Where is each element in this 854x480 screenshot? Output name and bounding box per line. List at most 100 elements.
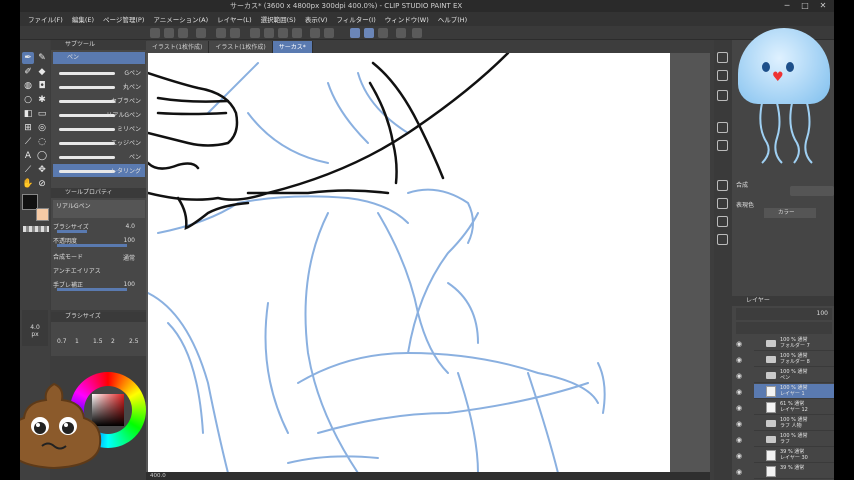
- brush-size-option[interactable]: 2.5: [129, 338, 139, 345]
- drawing-canvas[interactable]: [146, 53, 670, 473]
- deselect-icon[interactable]: [324, 28, 334, 38]
- blend-tool-icon[interactable]: ◘: [36, 80, 48, 92]
- brush-size-option[interactable]: 1: [75, 338, 79, 345]
- text-tool-icon[interactable]: A: [22, 150, 34, 162]
- eraser-tool-icon[interactable]: ◆: [36, 66, 48, 78]
- eye-icon[interactable]: ◉: [736, 388, 742, 396]
- layer-row-selected[interactable]: ◉ 100 % 通常 レイヤー 1: [736, 384, 834, 399]
- layer-search-icon[interactable]: [717, 180, 728, 191]
- layer-row[interactable]: ◉ 100 % 通常 フォルダー 8: [736, 352, 834, 367]
- open-file-icon[interactable]: [164, 28, 174, 38]
- layer-opacity[interactable]: 100: [817, 310, 828, 317]
- fill-tool-icon[interactable]: ◧: [22, 108, 34, 120]
- redo-icon[interactable]: [230, 28, 240, 38]
- settings-icon[interactable]: [250, 28, 260, 38]
- snap-ruler-icon[interactable]: [350, 28, 360, 38]
- export-icon[interactable]: [196, 28, 206, 38]
- transparent-color-swatch[interactable]: [23, 226, 49, 232]
- menu-filter[interactable]: フィルター(I): [336, 14, 375, 24]
- brush-item-selected[interactable]: レタリング: [53, 164, 145, 177]
- brush-item[interactable]: Gペン: [53, 66, 145, 79]
- menu-window[interactable]: ウィンドウ(W): [385, 14, 429, 24]
- snap-special-ruler-icon[interactable]: [364, 28, 374, 38]
- menu-view[interactable]: 表示(V): [305, 14, 328, 24]
- clip-studio-icon[interactable]: [396, 28, 406, 38]
- snap-grid-icon[interactable]: [378, 28, 388, 38]
- brush-size-option[interactable]: 2: [111, 338, 115, 345]
- brush-item[interactable]: カブラペン: [53, 94, 145, 107]
- sub-tool-group[interactable]: ペン: [53, 52, 145, 64]
- item-bank-icon[interactable]: [717, 234, 728, 245]
- stabilization-row[interactable]: 手ブレ補正 100: [53, 280, 145, 292]
- pencil-tool-icon[interactable]: ✎: [36, 52, 48, 64]
- layer-row[interactable]: ◉ 100 % 通常 ラフ: [736, 432, 834, 447]
- close-panel-icon[interactable]: [717, 90, 728, 101]
- eye-icon[interactable]: ◉: [736, 436, 742, 444]
- menu-selection[interactable]: 選択範囲(S): [261, 14, 296, 24]
- pen-tool-icon[interactable]: ✒: [22, 52, 34, 64]
- new-file-icon[interactable]: [150, 28, 160, 38]
- balloon-tool-icon[interactable]: ◯: [36, 150, 48, 162]
- layer-row[interactable]: ◉ 100 % 通常 ペン: [736, 368, 834, 383]
- selection-icon[interactable]: [310, 28, 320, 38]
- undo-icon[interactable]: [216, 28, 226, 38]
- gradient-tool-icon[interactable]: ▭: [36, 108, 48, 120]
- expression-color-select[interactable]: カラー: [764, 208, 816, 218]
- blend-mode-toggles[interactable]: [790, 186, 834, 196]
- navigator-icon[interactable]: [717, 52, 728, 63]
- menu-layer[interactable]: レイヤー(L): [217, 14, 252, 24]
- figure-tool-icon[interactable]: ⟋: [22, 136, 34, 148]
- menu-help[interactable]: ヘルプ(H): [438, 14, 467, 24]
- layer-row[interactable]: ◉ 100 % 通常 ラフ 人物: [736, 416, 834, 431]
- frame-tool-icon[interactable]: ⊞: [22, 122, 34, 134]
- brush-item[interactable]: 丸ペン: [53, 80, 145, 93]
- brush-item[interactable]: ミリペン: [53, 122, 145, 135]
- lasso-tool-icon[interactable]: ○: [22, 94, 34, 106]
- brush-size-option[interactable]: 1.5: [93, 338, 103, 345]
- blend-mode-row[interactable]: 合成モード 通常: [53, 252, 145, 264]
- panel-icon[interactable]: [412, 28, 422, 38]
- move-layer-tool-icon[interactable]: ✥: [36, 164, 48, 176]
- canvas-tab-active[interactable]: サーカス*: [272, 41, 313, 53]
- history-icon[interactable]: [717, 140, 728, 151]
- save-icon[interactable]: [178, 28, 188, 38]
- brush-size-option[interactable]: 0.7: [57, 338, 67, 345]
- fill-icon[interactable]: [278, 28, 288, 38]
- layer-row[interactable]: ◉ 100 % 通常 フォルダー 7: [736, 336, 834, 351]
- layer-row[interactable]: ◉ 61 % 通常 レイヤー 12: [736, 400, 834, 415]
- eye-icon[interactable]: ◉: [736, 468, 742, 476]
- eye-icon[interactable]: ◉: [736, 372, 742, 380]
- operation-tool-icon[interactable]: ◌: [36, 136, 48, 148]
- hand-tool-icon[interactable]: ✋: [22, 178, 34, 190]
- brush-item[interactable]: ペン: [53, 150, 145, 163]
- layer-row[interactable]: ◉ 39 % 通常: [736, 464, 834, 479]
- sub-view-icon[interactable]: [717, 70, 728, 81]
- brush-item[interactable]: エッジペン: [53, 136, 145, 149]
- eye-icon[interactable]: ◉: [736, 420, 742, 428]
- minimize-button[interactable]: ─: [780, 0, 794, 12]
- ruler-tool-icon[interactable]: ◎: [36, 122, 48, 134]
- menu-animation[interactable]: アニメーション(A): [153, 14, 208, 24]
- eye-icon[interactable]: ◉: [736, 340, 742, 348]
- airbrush-tool-icon[interactable]: ◍: [22, 80, 34, 92]
- correct-line-tool-icon[interactable]: ⟋: [22, 164, 34, 176]
- canvas-tab[interactable]: イラスト(1枚作成): [146, 41, 210, 53]
- close-button[interactable]: ✕: [816, 0, 830, 12]
- layer-row[interactable]: ◉ 39 % 通常 レイヤー 30: [736, 448, 834, 463]
- eye-icon[interactable]: ◉: [736, 356, 742, 364]
- brush-tool-icon[interactable]: ✐: [22, 66, 34, 78]
- eye-icon[interactable]: ◉: [736, 452, 742, 460]
- maximize-button[interactable]: □: [798, 0, 812, 12]
- menu-file[interactable]: ファイル(F): [28, 14, 63, 24]
- menu-page[interactable]: ページ管理(P): [103, 14, 144, 24]
- opacity-row[interactable]: 不透明度 100: [53, 236, 145, 248]
- eye-icon[interactable]: ◉: [736, 404, 742, 412]
- canvas-area[interactable]: [146, 53, 710, 473]
- transform-icon[interactable]: [292, 28, 302, 38]
- material-icon[interactable]: [717, 198, 728, 209]
- clear-icon[interactable]: [264, 28, 274, 38]
- brush-size-row[interactable]: ブラシサイズ 4.0: [53, 222, 145, 234]
- auto-action-icon[interactable]: [717, 216, 728, 227]
- auto-select-tool-icon[interactable]: ✱: [36, 94, 48, 106]
- canvas-tab[interactable]: イラスト(1枚作成): [209, 41, 273, 53]
